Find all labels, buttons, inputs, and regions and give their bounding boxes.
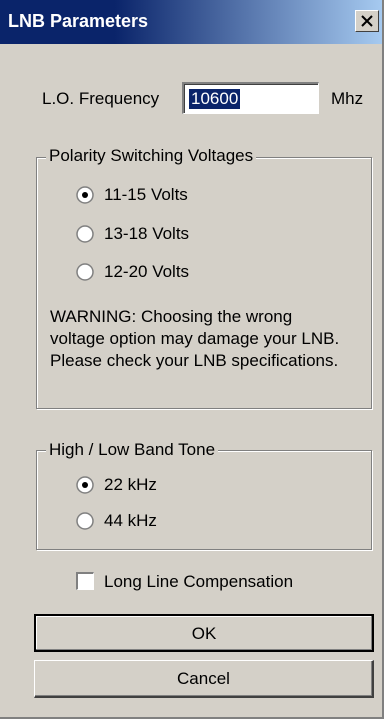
- radio-label-12-20-volts[interactable]: 12-20 Volts: [104, 262, 189, 282]
- band-tone-group: [36, 450, 372, 550]
- close-icon: [361, 15, 373, 27]
- polarity-group-title: Polarity Switching Voltages: [46, 146, 257, 166]
- long-line-compensation-label[interactable]: Long Line Compensation: [104, 572, 293, 592]
- radio-13-18-volts[interactable]: [76, 225, 94, 243]
- window-title: LNB Parameters: [8, 11, 149, 31]
- lnb-parameters-dialog: LNB Parameters L.O. Frequency 10600 Mhz …: [0, 0, 384, 719]
- radio-dot-icon: [82, 192, 88, 198]
- close-button[interactable]: [355, 10, 379, 32]
- title-bar[interactable]: LNB Parameters: [0, 0, 382, 44]
- cancel-button[interactable]: Cancel: [34, 660, 374, 698]
- radio-12-20-volts[interactable]: [76, 263, 94, 281]
- lo-frequency-unit: Mhz: [331, 89, 364, 108]
- lo-frequency-input[interactable]: 10600: [182, 82, 319, 114]
- ok-button[interactable]: OK: [34, 614, 374, 652]
- radio-dot-icon: [82, 482, 88, 488]
- radio-label-11-15-volts[interactable]: 11-15 Volts: [104, 185, 188, 205]
- radio-22-khz[interactable]: [76, 476, 94, 494]
- band-tone-group-title: High / Low Band Tone: [46, 440, 219, 460]
- lo-frequency-value: 10600: [189, 89, 241, 109]
- long-line-compensation-checkbox[interactable]: [76, 572, 94, 590]
- lo-frequency-label: L.O. Frequency: [42, 89, 160, 108]
- voltage-warning-text: WARNING: Choosing the wrong voltage opti…: [50, 307, 340, 370]
- radio-11-15-volts[interactable]: [76, 186, 94, 204]
- radio-44-khz[interactable]: [76, 512, 94, 530]
- radio-label-44-khz[interactable]: 44 kHz: [104, 511, 157, 531]
- radio-label-22-khz[interactable]: 22 kHz: [104, 475, 157, 495]
- radio-label-13-18-volts[interactable]: 13-18 Volts: [104, 224, 189, 244]
